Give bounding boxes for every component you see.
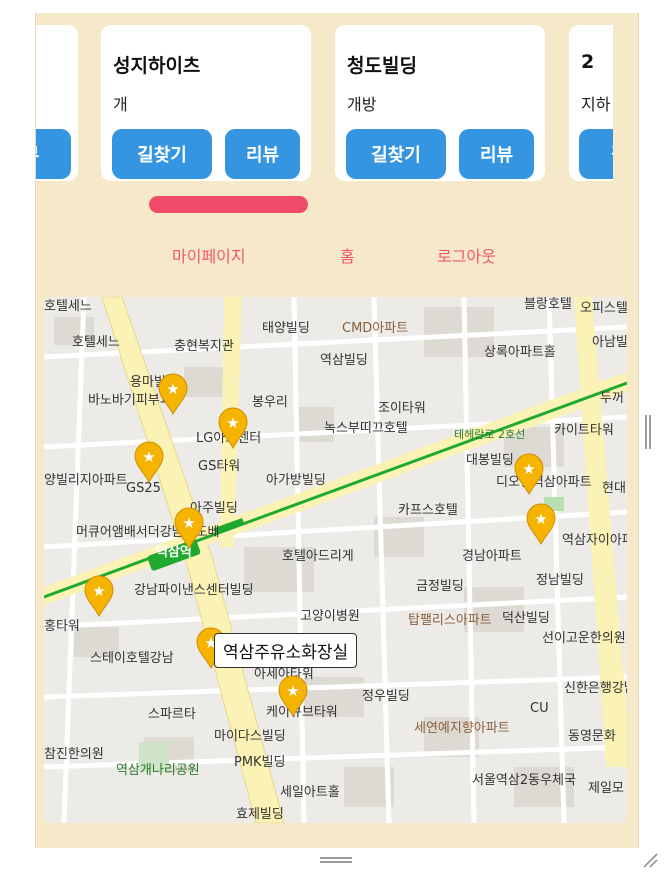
map-label: 강남파이낸스센터빌딩 [134, 583, 254, 598]
map-label: 카프스호텔 [398, 503, 458, 518]
map-label: 홍타워 [44, 619, 80, 634]
place-desc: 지하 [581, 95, 611, 114]
map-info-window: 역삼주유소화장실 [214, 633, 358, 668]
map-label: 역삼자이아파트 [562, 533, 627, 548]
map-label: CMD아파트 [342, 321, 409, 336]
nav-home[interactable]: 홈 [340, 243, 355, 267]
map-label: 대봉빌딩 [466, 453, 514, 468]
map-label: 태양빌딩 [262, 321, 310, 336]
place-name: 2 [581, 51, 595, 73]
map-label: 오피스텔 [580, 301, 627, 316]
map-view[interactable]: 호텔세느 호텔세느 충현복지관 태양빌딩 CMD아파트 블랑호텔 오피스텔 상록… [44, 297, 627, 823]
map-label: 마이다스빌딩 [214, 729, 286, 744]
place-card[interactable]: 청도빌딩 개방 길찾기 리뷰 [335, 25, 545, 181]
map-label: 경남아파트 [462, 549, 522, 564]
map-label: 양빌리지아파트 [44, 473, 128, 488]
map-label: 동영문화 [568, 729, 616, 744]
place-name: 청도빌딩 [347, 55, 417, 77]
map-label: 스테이호텔강남 [90, 651, 174, 666]
svg-text:★: ★ [142, 448, 155, 466]
map-label: 스파르타 [148, 707, 196, 722]
star-marker-icon[interactable]: ★ [526, 503, 556, 545]
place-desc: 개 [113, 95, 128, 114]
map-label: GS25 [126, 481, 161, 496]
map-label: 세일아트홀 [280, 785, 340, 800]
star-marker-icon[interactable]: ★ [174, 507, 204, 549]
map-label: 정남빌딩 [536, 573, 584, 588]
place-carousel[interactable]: 뷰 성지하이츠 개 길찾기 리뷰 청도빌딩 개방 길찾기 리뷰 2 지하 길 [36, 13, 613, 198]
map-label: 덕산빌딩 [502, 611, 550, 626]
map-label: 호텔아드리게 [282, 549, 354, 564]
route-button[interactable]: 길찾기 [346, 129, 446, 179]
map-label: 효제빌딩 [236, 807, 284, 822]
review-button[interactable]: 리뷰 [225, 129, 300, 179]
map-label: 녹스부띠끄호텔 [324, 421, 408, 436]
svg-text:★: ★ [522, 460, 535, 478]
map-label: 신한은행강남별관 [564, 681, 627, 696]
map-label: 블랑호텔 [524, 297, 572, 312]
app-container: 뷰 성지하이츠 개 길찾기 리뷰 청도빌딩 개방 길찾기 리뷰 2 지하 길 마… [35, 13, 639, 848]
place-desc: 개방 [347, 95, 377, 114]
carousel-indicator[interactable] [149, 196, 308, 213]
map-label: 역삼빌딩 [320, 353, 368, 368]
map-label: 카이트타워 [554, 423, 614, 438]
star-marker-icon[interactable]: ★ [158, 373, 188, 415]
map-label: 아가방빌딩 [266, 473, 326, 488]
place-card[interactable]: 2 지하 길 [569, 25, 613, 181]
map-label: 참진한의원 [44, 747, 104, 762]
map-label: 호텔세느 [44, 299, 92, 314]
map-label: 역삼개나리공원 [116, 763, 200, 778]
route-button[interactable]: 길찾기 [112, 129, 212, 179]
map-label: 세연예지향아파트 [414, 721, 510, 736]
star-marker-icon[interactable]: ★ [218, 407, 248, 449]
place-card[interactable]: 뷰 [36, 25, 78, 181]
map-label: 고양이병원 [300, 609, 360, 624]
map-label: 서울역삼2동우체국 [472, 773, 576, 788]
star-marker-icon[interactable]: ★ [278, 675, 308, 717]
map-label: 충현복지관 [174, 339, 234, 354]
map-label: 봉우리 [252, 395, 288, 410]
svg-text:★: ★ [534, 510, 547, 528]
star-marker-icon[interactable]: ★ [134, 441, 164, 483]
map-label: 탑팰리스아파트 [408, 613, 492, 628]
place-name: 성지하이츠 [113, 55, 201, 77]
map-label: PMK빌딩 [234, 755, 286, 770]
review-button[interactable]: 리뷰 [459, 129, 534, 179]
map-label: 현대 [602, 481, 626, 496]
map-label: 선이고운한의원 [542, 631, 626, 646]
svg-text:★: ★ [92, 582, 105, 600]
panel-resize-handle[interactable] [645, 415, 651, 449]
review-button[interactable]: 뷰 [36, 129, 71, 179]
map-label: 금정빌딩 [416, 579, 464, 594]
map-label: CU [530, 701, 549, 716]
nav-mypage[interactable]: 마이페이지 [172, 243, 246, 267]
map-label: GS타워 [198, 459, 241, 474]
route-button[interactable]: 길 [579, 129, 613, 179]
map-label: 아남빌딩 [592, 335, 627, 350]
map-label: 두꺼 [600, 391, 624, 406]
star-marker-icon[interactable]: ★ [84, 575, 114, 617]
nav-logout[interactable]: 로그아웃 [437, 243, 496, 267]
map-label: 조이타워 [378, 401, 426, 416]
resize-corner-icon[interactable] [642, 852, 658, 868]
place-card[interactable]: 성지하이츠 개 길찾기 리뷰 [101, 25, 311, 181]
svg-text:★: ★ [166, 380, 179, 398]
svg-text:★: ★ [182, 514, 195, 532]
svg-text:★: ★ [286, 682, 299, 700]
map-label: 상록아파트홀 [484, 345, 556, 360]
svg-text:★: ★ [226, 414, 239, 432]
bottom-drag-handle[interactable] [320, 857, 352, 863]
map-label: 제일모 [588, 781, 624, 796]
map-label: 테헤란로 2호선 [454, 428, 526, 441]
star-marker-icon[interactable]: ★ [514, 453, 544, 495]
map-label: 정우빌딩 [362, 689, 410, 704]
map-label: 호텔세느 [72, 335, 120, 350]
